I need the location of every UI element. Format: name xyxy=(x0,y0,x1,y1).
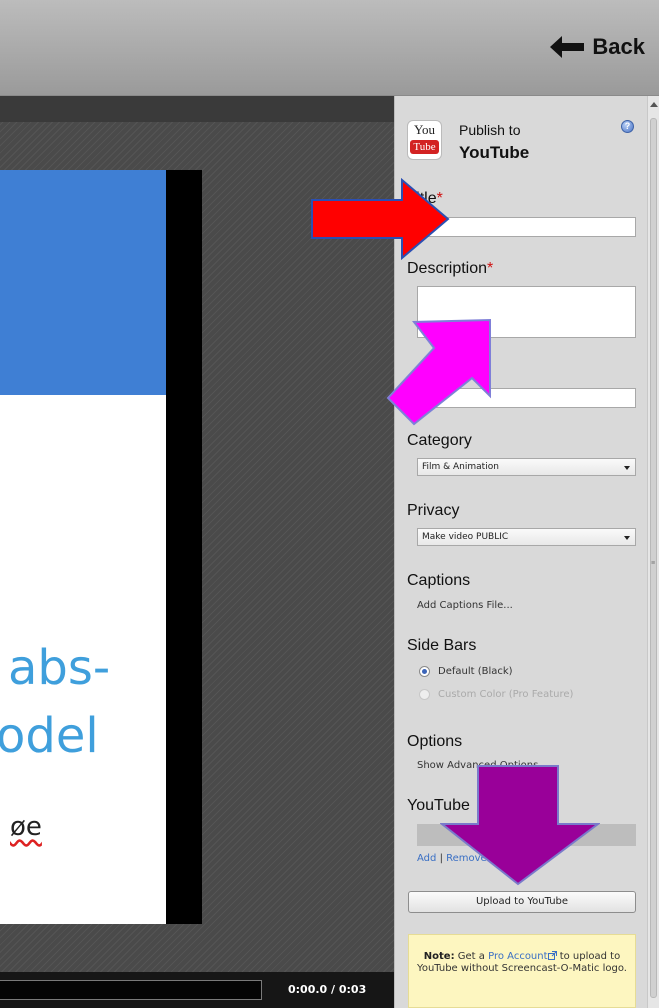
slide-blue-band xyxy=(0,170,166,395)
pro-account-note: Note: Get a Pro Account to upload to You… xyxy=(408,934,636,1008)
top-toolbar: Back xyxy=(0,0,659,96)
magenta-arrow-icon xyxy=(386,318,491,426)
time-readout: 0:00.0 / 0:03 xyxy=(288,983,367,996)
chevron-down-icon xyxy=(624,536,630,540)
category-select-value: Film & Animation xyxy=(422,462,499,472)
privacy-select[interactable]: Make video PUBLIC xyxy=(417,528,636,546)
options-label: Options xyxy=(407,733,463,750)
radio-custom-label: Custom Color (Pro Feature) xyxy=(438,689,574,700)
red-arrow-icon xyxy=(311,178,450,260)
timeline-scrubber[interactable] xyxy=(0,980,262,1000)
back-label: Back xyxy=(592,34,645,59)
captions-label: Captions xyxy=(407,572,471,589)
radio-default-black[interactable] xyxy=(419,666,430,677)
add-captions-link[interactable]: Add Captions File... xyxy=(417,600,513,611)
description-required-mark: * xyxy=(487,260,494,277)
radio-default-label: Default (Black) xyxy=(438,666,513,677)
slide-text-line3: øe xyxy=(10,812,42,842)
sidebars-label: Side Bars xyxy=(407,637,477,654)
youtube-logo-icon: You Tube xyxy=(407,120,442,160)
help-icon[interactable]: ? xyxy=(621,120,634,133)
side-bar-black xyxy=(166,170,202,924)
panel-scrollbar[interactable]: ≡ xyxy=(647,96,659,1008)
description-label: Description* xyxy=(407,260,493,278)
description-label-text: Description xyxy=(407,260,488,277)
back-button[interactable]: Back xyxy=(550,34,645,60)
scroll-up-icon[interactable] xyxy=(650,102,658,107)
chevron-down-icon xyxy=(624,466,630,470)
slide-text-line2: odel xyxy=(0,708,99,764)
scroll-grip-icon: ≡ xyxy=(651,560,656,567)
category-label: Category xyxy=(407,432,472,449)
stage-top-strip xyxy=(0,96,394,122)
timeline-bar: 0:00.0 / 0:03 xyxy=(0,972,394,1008)
upload-to-youtube-button[interactable]: Upload to YouTube xyxy=(408,891,636,913)
youtube-logo-top: You xyxy=(413,122,436,137)
panel-title-line1: Publish to xyxy=(459,122,521,138)
note-text1: Get a xyxy=(457,951,485,962)
purple-arrow-icon xyxy=(440,765,600,886)
youtube-logo-bottom: Tube xyxy=(410,140,439,154)
panel-title-line2: YouTube xyxy=(459,143,530,162)
category-select[interactable]: Film & Animation xyxy=(417,458,636,476)
scrollbar-thumb[interactable] xyxy=(650,118,657,998)
sidebars-option-default[interactable]: Default (Black) xyxy=(419,666,513,677)
video-frame: abs- odel øe xyxy=(0,170,166,924)
pro-account-link[interactable]: Pro Account xyxy=(488,951,547,962)
add-account-link[interactable]: Add xyxy=(417,853,436,864)
privacy-select-value: Make video PUBLIC xyxy=(422,532,509,542)
external-link-icon xyxy=(547,951,557,960)
back-arrow-icon xyxy=(550,36,585,58)
slide-text-line1: abs- xyxy=(8,640,111,696)
radio-custom-color xyxy=(419,689,430,700)
privacy-label: Privacy xyxy=(407,502,460,519)
sidebars-option-custom: Custom Color (Pro Feature) xyxy=(419,689,573,700)
note-bold: Note: xyxy=(423,951,455,962)
